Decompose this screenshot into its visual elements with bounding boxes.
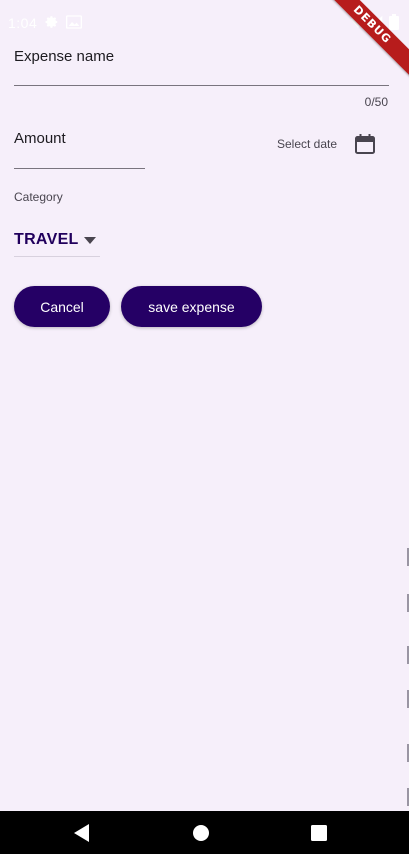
back-icon[interactable] — [73, 824, 91, 842]
category-label: Category — [14, 190, 63, 204]
navigation-bar — [0, 811, 409, 854]
image-icon — [66, 14, 82, 30]
select-date-label: Select date — [277, 137, 338, 151]
battery-icon — [386, 14, 402, 30]
category-selected-value: TRAVEL — [14, 231, 79, 248]
calendar-icon[interactable] — [351, 130, 379, 158]
home-icon[interactable] — [192, 824, 210, 842]
cancel-button[interactable]: Cancel — [14, 286, 110, 327]
settings-icon — [44, 14, 60, 30]
amount-underline — [14, 168, 145, 169]
amount-label: Amount — [14, 130, 66, 147]
dropdown-arrow-icon — [82, 233, 98, 249]
recents-icon[interactable] — [310, 824, 328, 842]
expense-name-underline — [14, 85, 389, 86]
status-time: 1:04 — [8, 15, 38, 31]
category-dropdown[interactable]: TRAVEL — [14, 225, 100, 257]
expense-name-counter: 0/50 — [364, 95, 388, 109]
expense-name-label: Expense name — [14, 48, 115, 65]
save-expense-button[interactable]: save expense — [121, 286, 262, 327]
